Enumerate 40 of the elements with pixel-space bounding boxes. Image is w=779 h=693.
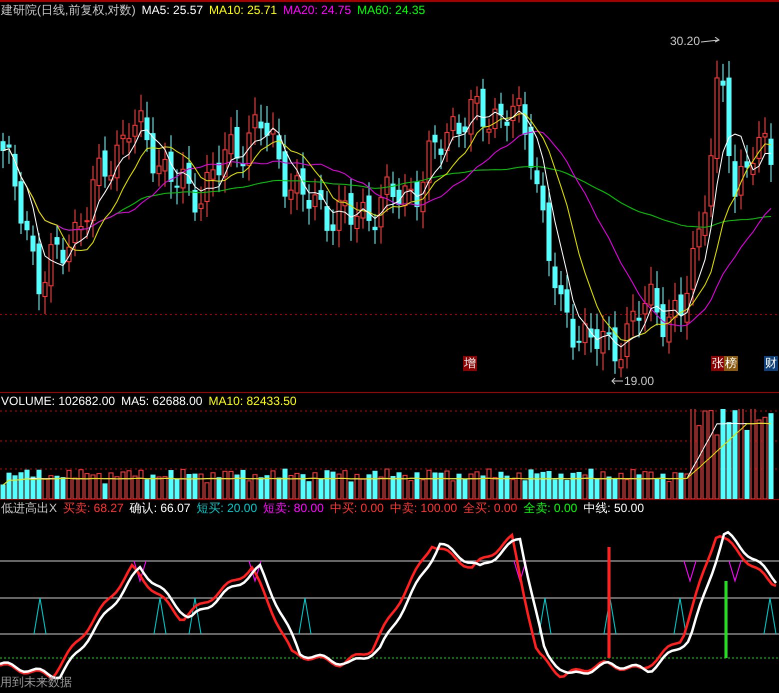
moving-average-label: MA60: 24.35 <box>357 2 426 18</box>
volume-label: VOLUME: 102682.00 <box>1 393 116 409</box>
sell-signal-spike <box>728 560 742 583</box>
indicator-value: 中线: 50.00 <box>583 500 644 516</box>
indicator-value: 短卖: 80.00 <box>263 500 324 516</box>
indicator-value: 确认: 66.07 <box>130 500 190 516</box>
indicator-value: 短买: 20.00 <box>196 500 258 516</box>
event-badge[interactable]: 榜 <box>724 356 738 371</box>
sell-signal-spike <box>684 560 696 583</box>
indicator-value: 中卖: 100.00 <box>390 500 458 516</box>
volume-average-label: MA5: 62688.00 <box>121 393 202 409</box>
event-badge[interactable]: 张 <box>711 356 725 371</box>
buy-signal-spike <box>604 598 616 634</box>
moving-average-label: MA20: 24.75 <box>283 2 352 18</box>
arrow-icon <box>701 37 722 45</box>
buy-signal-spike <box>674 598 686 634</box>
indicator-value: 全买: 0.00 <box>463 500 518 516</box>
buy-signal-spike <box>538 598 552 634</box>
buy-signal-spike <box>154 598 166 634</box>
chart-title: 建研院(日线,前复权,对数) <box>1 2 136 18</box>
volume-average-label: MA10: 82433.50 <box>208 393 297 409</box>
indicator-value: 买卖: 68.27 <box>63 500 124 516</box>
arrow-icon <box>611 377 623 385</box>
warning-text: 用到未来数据 <box>0 674 72 691</box>
indicator-name: 低进高出X <box>1 500 58 516</box>
low-price-label: 19.00 <box>624 374 654 388</box>
buy-signal-spike <box>188 598 202 634</box>
event-badge[interactable]: 增 <box>463 356 477 371</box>
indicator-value: 中买: 0.00 <box>330 500 384 516</box>
buy-signal-spike <box>764 598 776 634</box>
high-price-label: 30.20 <box>670 34 700 48</box>
sell-signal-spike <box>514 560 526 583</box>
buy-signal-spike <box>298 598 312 634</box>
moving-average-label: MA5: 25.57 <box>142 2 204 18</box>
indicator-value: 全卖: 0.00 <box>523 500 578 516</box>
buy-signal-spike <box>34 598 46 634</box>
event-badge[interactable]: 财 <box>764 356 778 371</box>
sell-signal-spike <box>134 560 146 583</box>
sell-signal-spike <box>248 560 262 583</box>
moving-average-label: MA10: 25.71 <box>209 2 278 18</box>
